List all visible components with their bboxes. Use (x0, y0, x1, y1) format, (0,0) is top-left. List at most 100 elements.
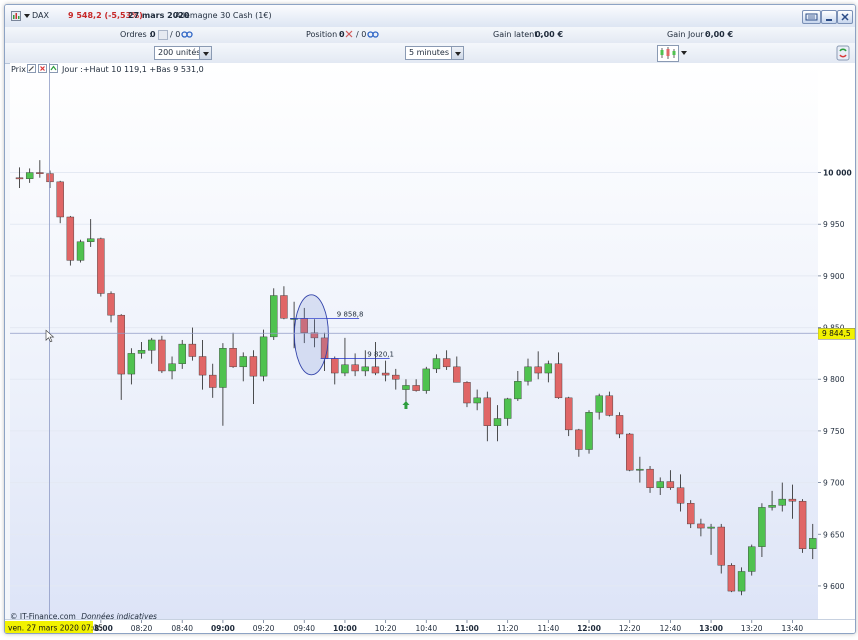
time-tick-label: 11:40 (538, 624, 560, 633)
time-tick-label: 11:20 (497, 624, 519, 633)
price-series-label[interactable]: Prix (11, 65, 26, 74)
time-tick-label: 12:40 (660, 624, 682, 633)
candle-body-down (697, 523, 705, 529)
candle (514, 370, 522, 401)
minimize-icon (826, 19, 832, 21)
price-axis[interactable]: 10 0009 9509 9009 8509 8009 7509 7009 65… (818, 63, 855, 619)
chevron-down-icon[interactable] (451, 47, 463, 59)
candle-body-down (534, 366, 542, 374)
candle (158, 335, 166, 374)
candle (168, 356, 176, 380)
candle-body-up (748, 546, 756, 572)
timeframe-select[interactable]: 5 minutes (405, 46, 464, 60)
candle-body-up (402, 385, 410, 390)
candle-body-down (676, 487, 685, 504)
chart-settings-icon[interactable] (49, 64, 58, 73)
candle-body-up (473, 397, 481, 404)
candle-body-up (341, 364, 349, 374)
price-tick-label: 9 900 (823, 272, 845, 281)
candle-body-down (575, 429, 583, 450)
candle (473, 389, 481, 411)
time-axis[interactable]: 08:00 08:20 08:40 09:00 09:20 09:40 10:00 10:20… (5, 619, 855, 633)
close-icon[interactable] (38, 64, 47, 73)
symbol-label[interactable]: DAX (32, 11, 49, 20)
candle-body-up (270, 295, 278, 338)
candle-body-up (178, 343, 186, 364)
candle-body-down (371, 366, 380, 374)
candle (442, 350, 451, 370)
orders-link-icon[interactable] (181, 30, 193, 39)
time-tick-label: 11:00 (455, 624, 479, 633)
candle-body-up (656, 481, 664, 488)
position-link-icon[interactable] (367, 30, 379, 39)
candle-body-up (758, 507, 766, 547)
candle (25, 168, 34, 183)
candle (666, 470, 675, 490)
chart-toolbar: 200 unités 5 minutes (5, 43, 855, 64)
chevron-down-icon[interactable] (199, 47, 211, 59)
candle-body-down (798, 500, 807, 549)
chart-plot-area[interactable]: 9 858,8 9 820,1 (10, 63, 819, 619)
candle (402, 379, 410, 402)
position-value-2: / 0 (356, 30, 367, 39)
candle-body-up (86, 238, 95, 242)
position-label: Position : (306, 30, 343, 39)
candle-body-down (717, 526, 725, 566)
candle-body-down (15, 177, 24, 180)
annotation-label: 9 858,8 (337, 310, 364, 318)
chart-window: DAX 9 548,2 (-5,53%) 27 mars 2020 Allema… (4, 4, 856, 634)
candle (483, 391, 492, 442)
units-select-value: 200 unités (158, 48, 201, 57)
candle-body-down (158, 339, 166, 372)
account-toolbar: Ordres : 0 / 0 Position : 0 / 0 Gain lat… (5, 27, 855, 44)
candle-body-up (76, 241, 85, 261)
price-axis-ticks: 10 0009 9509 9009 8509 8009 7509 7009 65… (818, 169, 855, 591)
position-close-icon[interactable] (345, 30, 353, 38)
candle (280, 286, 288, 320)
candle-body-up (361, 366, 369, 372)
candle-body-up (259, 336, 268, 377)
copyright-text: © IT-Finance.com (10, 612, 76, 621)
candle-body-up (422, 368, 430, 391)
candle-body-down (788, 498, 797, 502)
candle-body-down (666, 481, 675, 488)
candle (137, 342, 146, 359)
chart-type-button[interactable] (657, 45, 679, 62)
candle (239, 352, 247, 382)
candle-body-down (615, 415, 624, 435)
candle-body-down (646, 468, 654, 488)
symbol-dropdown-icon[interactable] (24, 14, 30, 18)
candle (209, 363, 217, 398)
wrench-icon[interactable] (27, 64, 36, 73)
candle-body-down (351, 364, 359, 372)
candle (463, 381, 471, 408)
candle (554, 352, 563, 399)
close-button[interactable] (837, 10, 853, 24)
candle-body-up (585, 412, 593, 450)
candle (412, 379, 420, 392)
candle (605, 391, 614, 417)
minimize-button[interactable] (821, 10, 837, 24)
units-select[interactable]: 200 unités (154, 46, 212, 60)
keyboard-button[interactable] (802, 10, 821, 24)
annotation-label: 9 820,1 (367, 350, 394, 358)
candlestick-icon (660, 47, 676, 59)
candle (564, 396, 573, 437)
close-icon (841, 13, 849, 21)
candle-body-up (514, 381, 522, 400)
candle (392, 368, 400, 390)
chart-type-chevron-icon[interactable] (681, 51, 687, 55)
candle-body-down (554, 363, 563, 399)
candle-body-up (809, 538, 817, 549)
candle-body-down (36, 172, 44, 174)
candle-body-up (503, 398, 512, 419)
refresh-icon[interactable] (836, 45, 850, 61)
candle-body-down (188, 343, 197, 357)
candlestick-chart[interactable]: 9 858,8 9 820,1 (10, 63, 818, 619)
candle (788, 484, 797, 519)
price-tick-label: 9 600 (823, 582, 845, 591)
candle (66, 215, 75, 266)
candle (534, 351, 542, 380)
candle-body-up (432, 358, 441, 370)
orders-close-icon[interactable] (158, 30, 168, 40)
